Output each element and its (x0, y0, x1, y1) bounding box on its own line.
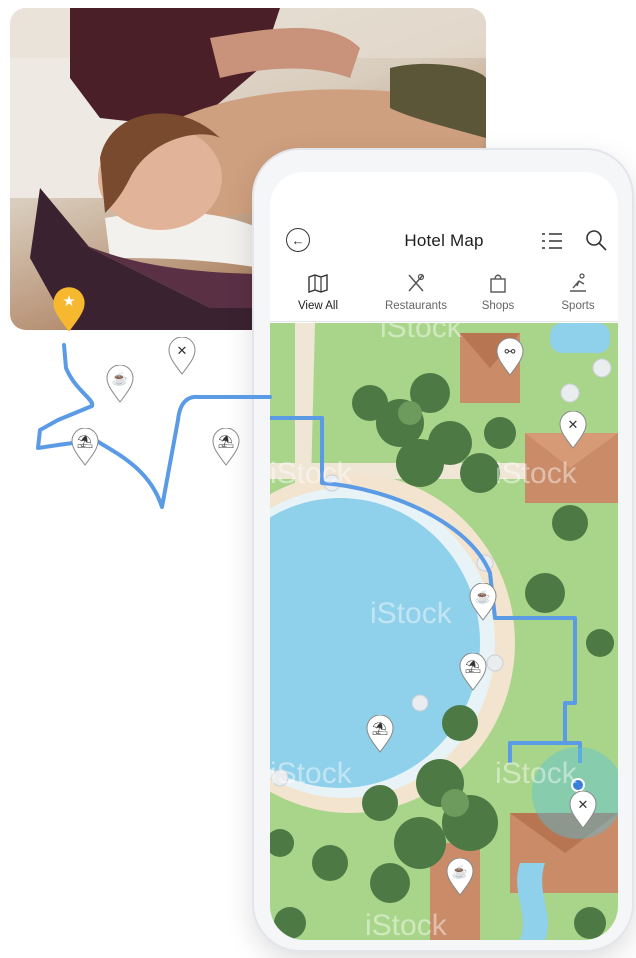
restaurant-icon: ✕ (577, 797, 589, 812)
bar-pin[interactable]: ☕ (468, 583, 498, 621)
restaurant-icon: ✕ (176, 343, 188, 358)
beach-umbrella-icon: ⛱ (76, 434, 94, 449)
favorite-pin[interactable]: ★ (51, 287, 87, 333)
beach-umbrella-pin[interactable]: ⛱ (458, 653, 488, 691)
restaurant-pin[interactable]: ✕ (167, 336, 197, 375)
beach-umbrella-pin[interactable]: ⛱ (70, 427, 100, 466)
beach-umbrella-pin[interactable]: ⛱ (211, 427, 241, 466)
map-icon (308, 274, 328, 293)
list-icon[interactable] (540, 230, 564, 252)
restaurant-icon: ✕ (567, 417, 579, 432)
search-icon[interactable] (584, 228, 608, 252)
fork-knife-icon (408, 273, 425, 292)
tab-view-all[interactable]: View All (272, 272, 364, 322)
beach-umbrella-pin[interactable]: ⛱ (365, 715, 395, 753)
fountain-pin[interactable]: ⚯ (495, 338, 525, 376)
page-title: Hotel Map (404, 231, 484, 250)
beach-umbrella-icon: ⛱ (371, 721, 389, 736)
svg-text:iStock: iStock (270, 457, 353, 490)
restaurant-pin[interactable]: ✕ (558, 411, 588, 449)
tab-label: Restaurants (384, 300, 447, 312)
svg-text:iStock: iStock (380, 323, 463, 344)
restaurant-pin[interactable]: ✕ (568, 791, 598, 829)
tab-label: View All (297, 300, 339, 312)
bar-pin[interactable]: ☕ (445, 858, 475, 896)
svg-text:iStock: iStock (370, 597, 453, 630)
svg-text:iStock: iStock (365, 909, 448, 940)
bar-pin[interactable]: ☕ (105, 364, 135, 403)
bar-icon: ☕ (111, 371, 129, 386)
tab-label: Sports (561, 300, 595, 312)
tab-sports[interactable]: Sports (540, 272, 616, 322)
beach-umbrella-icon: ⛱ (217, 434, 235, 449)
tab-shops[interactable]: Shops (462, 272, 534, 322)
fountain-icon: ⚯ (504, 344, 516, 359)
tab-label: Shops (481, 300, 515, 312)
bar-icon: ☕ (474, 589, 492, 604)
tab-restaurants[interactable]: Restaurants (370, 272, 462, 322)
sports-icon (570, 273, 586, 292)
app-header: ← Hotel Map (270, 222, 618, 262)
svg-text:iStock: iStock (495, 757, 578, 790)
hotel-map[interactable]: iStock iStock iStock iStock iStock iStoc… (270, 323, 618, 940)
phone-screen: ← Hotel Map View All Restaurants Shops S… (270, 172, 618, 940)
star-icon: ★ (62, 293, 76, 310)
phone-mockup: ← Hotel Map View All Restaurants Shops S… (254, 150, 632, 950)
svg-text:iStock: iStock (270, 757, 353, 790)
category-tabs: View All Restaurants Shops Sports (270, 272, 618, 422)
beach-umbrella-icon: ⛱ (464, 659, 482, 674)
shopping-bag-icon (490, 274, 506, 293)
bar-icon: ☕ (451, 864, 469, 879)
svg-text:iStock: iStock (495, 457, 578, 490)
